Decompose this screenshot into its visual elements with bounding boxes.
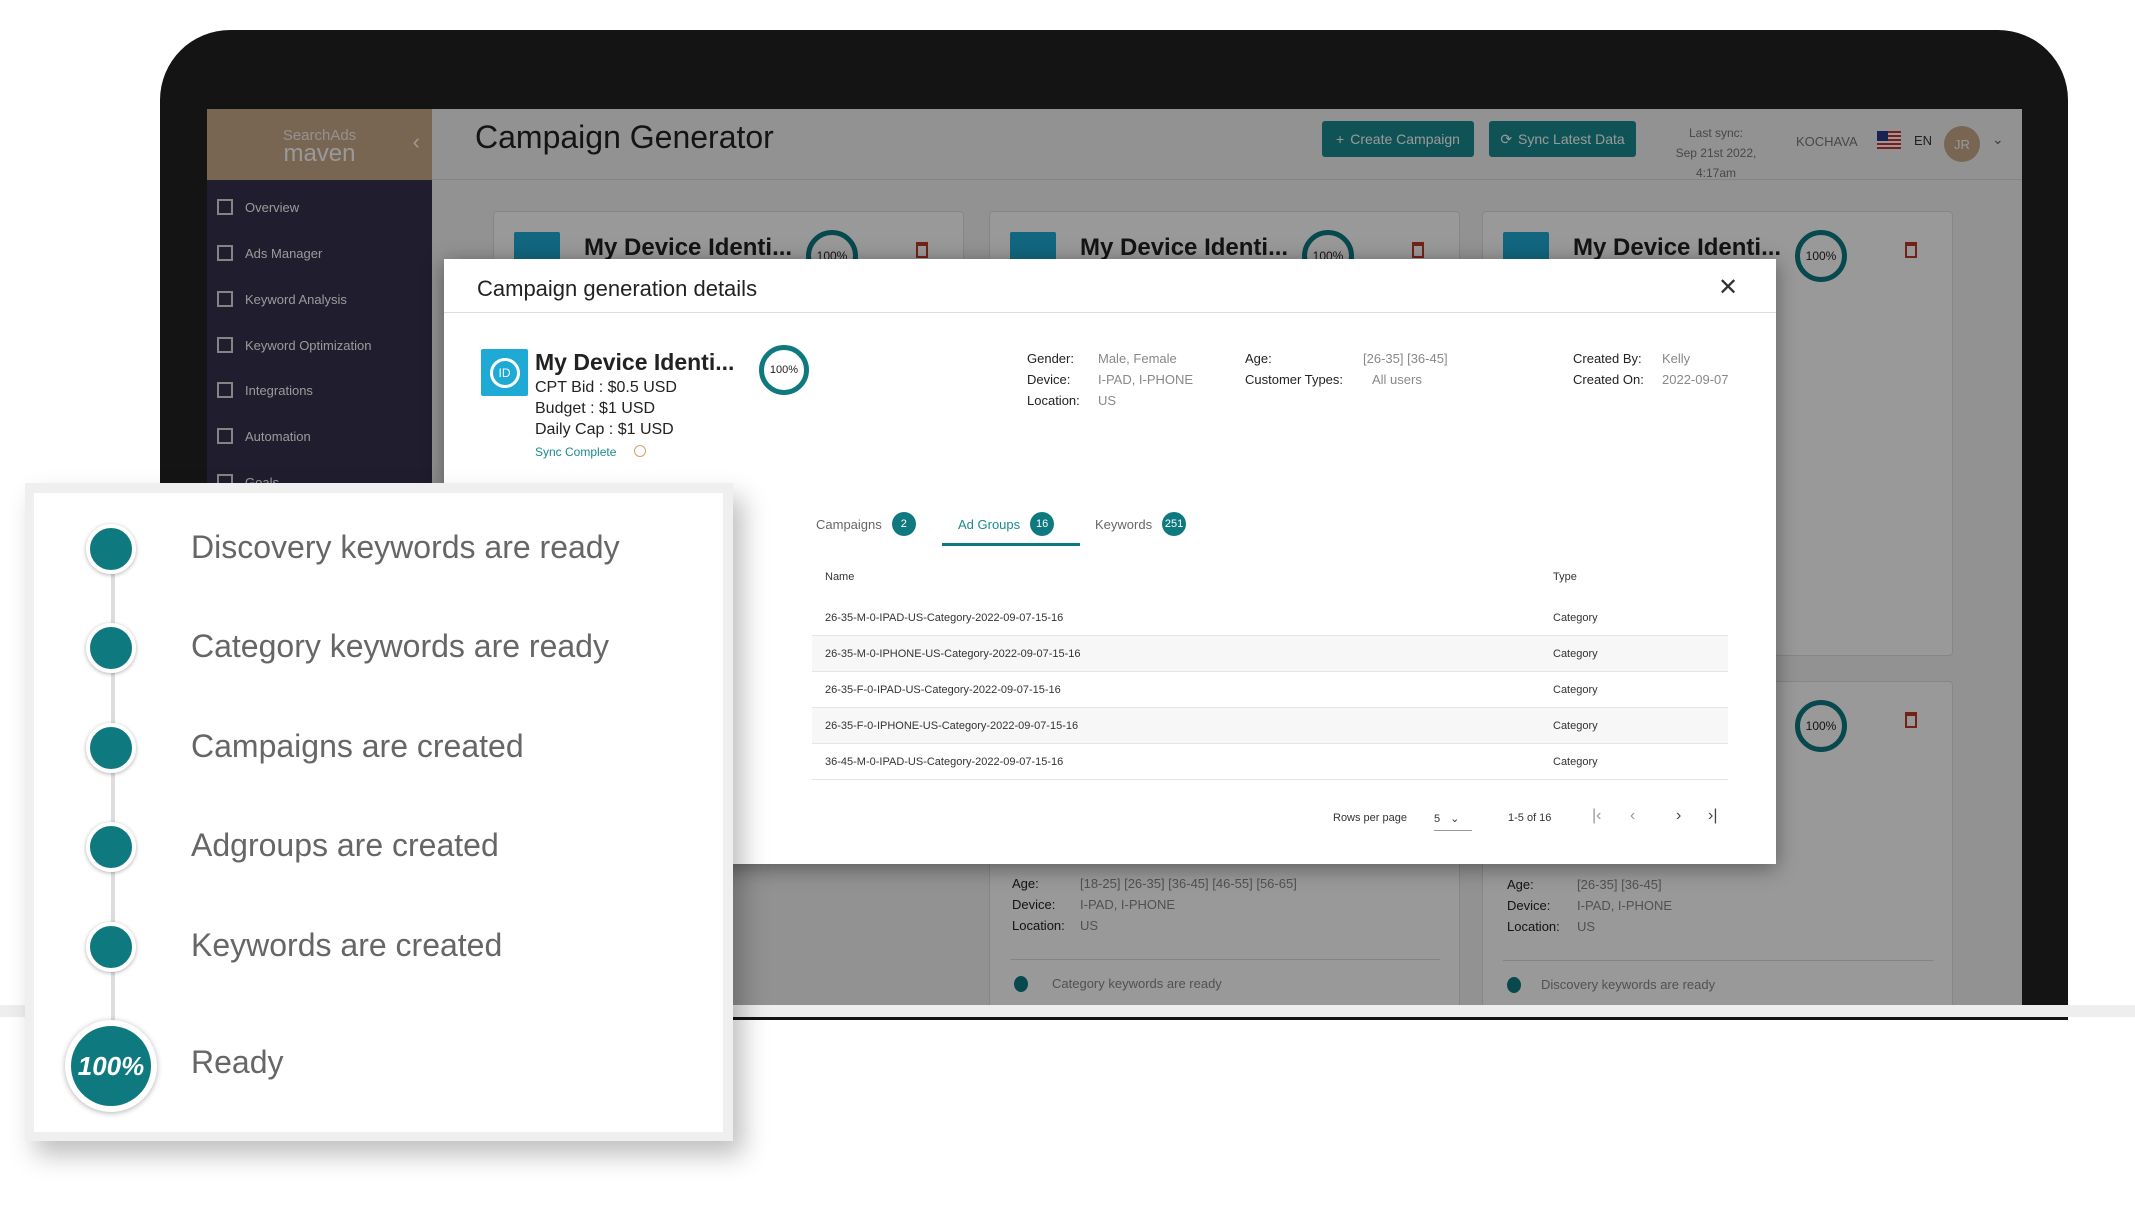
gender-label: Gender: — [1027, 351, 1074, 366]
row-type: Category — [1553, 720, 1598, 732]
modal-title: Campaign generation details — [477, 276, 758, 301]
daily-cap: Daily Cap : $1 USD — [535, 421, 674, 438]
row-type: Category — [1553, 756, 1598, 768]
final-progress-badge: 100% — [65, 1020, 157, 1112]
close-icon[interactable]: ✕ — [1718, 273, 1738, 302]
step-label: Campaigns are created — [191, 728, 524, 764]
count-badge: 251 — [1162, 512, 1187, 536]
campaign-title: My Device Identi... — [535, 349, 735, 375]
age-value: [26-35] [36-45] — [1363, 351, 1448, 366]
age-label: Age: — [1245, 351, 1272, 366]
budget: Budget : $1 USD — [535, 400, 656, 417]
sync-status: Sync Complete — [535, 445, 617, 459]
device-value: I-PAD, I-PHONE — [1098, 372, 1194, 387]
clock-icon — [634, 445, 646, 457]
first-page-icon[interactable]: |‹ — [1592, 807, 1601, 825]
progress-ring: 100% — [759, 345, 809, 395]
id-search-icon: ID — [481, 349, 528, 396]
count-badge: 2 — [891, 512, 916, 536]
column-header-type[interactable]: Type — [1553, 571, 1577, 583]
last-page-icon[interactable]: ›| — [1708, 807, 1717, 825]
table-row[interactable]: 26-35-M-0-IPHONE-US-Category-2022-09-07-… — [812, 636, 1728, 672]
table-row[interactable]: 26-35-F-0-IPAD-US-Category-2022-09-07-15… — [812, 672, 1728, 708]
next-page-icon[interactable]: › — [1676, 807, 1681, 825]
row-name: 26-35-M-0-IPHONE-US-Category-2022-09-07-… — [825, 648, 1081, 660]
table-row[interactable]: 36-45-M-0-IPAD-US-Category-2022-09-07-15… — [812, 744, 1728, 780]
row-name: 36-45-M-0-IPAD-US-Category-2022-09-07-15… — [825, 756, 1064, 768]
created-on-label: Created On: — [1573, 372, 1644, 387]
step-item: Category keywords are ready — [34, 618, 723, 678]
tab-keywords[interactable]: Keywords 251 — [1095, 512, 1187, 536]
tab-campaigns[interactable]: Campaigns 2 — [816, 512, 916, 536]
location-value: US — [1098, 393, 1117, 408]
step-complete-dot — [86, 623, 136, 673]
chevron-down-icon: ⌄ — [1450, 813, 1460, 825]
count-badge: 16 — [1030, 512, 1055, 536]
row-type: Category — [1553, 684, 1598, 696]
step-complete-dot — [86, 524, 136, 574]
step-item: Discovery keywords are ready — [34, 519, 723, 579]
column-header-name[interactable]: Name — [825, 571, 854, 583]
progress-steps-list: Discovery keywords are ready Category ke… — [34, 493, 723, 1132]
device-label: Device: — [1027, 372, 1071, 387]
header-divider — [444, 312, 1776, 313]
step-item: Campaigns are created — [34, 718, 723, 778]
step-complete-dot — [86, 723, 136, 773]
rows-per-page-value: 5 — [1434, 813, 1441, 825]
tab-label: Keywords — [1095, 516, 1153, 532]
location-label: Location: — [1027, 393, 1080, 408]
progress-steps-panel: Discovery keywords are ready Category ke… — [25, 483, 733, 1141]
rows-per-page-select[interactable]: 5 ⌄ — [1434, 809, 1472, 831]
row-type: Category — [1553, 612, 1598, 624]
step-label: Keywords are created — [191, 927, 503, 963]
created-by-value: Kelly — [1662, 351, 1691, 366]
step-label: Ready — [191, 1044, 284, 1080]
prev-page-icon[interactable]: ‹ — [1630, 807, 1635, 825]
row-name: 26-35-F-0-IPAD-US-Category-2022-09-07-15… — [825, 684, 1061, 696]
row-name: 26-35-M-0-IPAD-US-Category-2022-09-07-15… — [825, 612, 1064, 624]
table-row[interactable]: 26-35-M-0-IPAD-US-Category-2022-09-07-15… — [812, 600, 1728, 636]
step-complete-dot — [86, 822, 136, 872]
step-label: Adgroups are created — [191, 827, 499, 863]
step-complete-dot — [86, 922, 136, 972]
tab-label: Ad Groups — [958, 516, 1021, 532]
step-item: Keywords are created — [34, 917, 723, 977]
step-item-ready: 100% Ready — [34, 1020, 723, 1112]
tab-label: Campaigns — [816, 516, 882, 532]
customer-types-value: All users — [1372, 372, 1422, 387]
gender-value: Male, Female — [1098, 351, 1177, 366]
active-tab-indicator — [942, 543, 1080, 546]
step-label: Discovery keywords are ready — [191, 529, 620, 565]
rows-per-page-label: Rows per page — [1333, 812, 1407, 824]
row-name: 26-35-F-0-IPHONE-US-Category-2022-09-07-… — [825, 720, 1079, 732]
customer-types-label: Customer Types: — [1245, 372, 1344, 387]
step-label: Category keywords are ready — [191, 628, 609, 664]
page-range: 1-5 of 16 — [1508, 812, 1552, 824]
row-type: Category — [1553, 648, 1598, 660]
tab-ad-groups[interactable]: Ad Groups 16 — [958, 512, 1055, 536]
table-row[interactable]: 26-35-F-0-IPHONE-US-Category-2022-09-07-… — [812, 708, 1728, 744]
cpt-bid: CPT Bid : $0.5 USD — [535, 379, 677, 396]
step-item: Adgroups are created — [34, 817, 723, 877]
created-by-label: Created By: — [1573, 351, 1642, 366]
created-on-value: 2022-09-07 — [1662, 372, 1729, 387]
